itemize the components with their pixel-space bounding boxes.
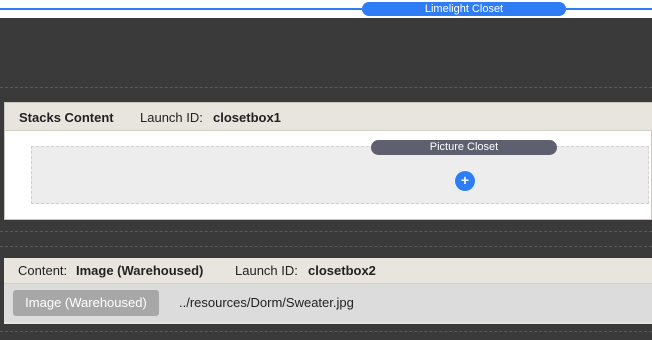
- add-stack-button[interactable]: +: [454, 170, 476, 192]
- plus-icon: +: [460, 172, 470, 188]
- stacks-panel-title: Stacks Content: [19, 110, 114, 125]
- content-label: Content:: [18, 263, 68, 278]
- limelight-closet-pill[interactable]: Limelight Closet: [362, 2, 566, 16]
- image-path-text: ../resources/Dorm/Sweater.jpg: [179, 295, 354, 310]
- content-launch-id-value: closetbox2: [308, 263, 376, 278]
- picture-closet-pill[interactable]: Picture Closet: [371, 140, 557, 155]
- content-launch-id-label: Launch ID:: [235, 263, 298, 278]
- stacks-launch-id-label: Launch ID:: [140, 110, 203, 125]
- stacks-launch-id-value: closetbox1: [213, 110, 281, 125]
- divider-dashed: [0, 331, 652, 332]
- stacks-content-panel: Stacks Content Launch ID: closetbox1 Pic…: [4, 102, 652, 220]
- stacks-drop-zone[interactable]: [31, 146, 649, 204]
- content-type-value: Image (Warehoused): [76, 263, 204, 278]
- content-panel-header: Content: Image (Warehoused) Launch ID: c…: [4, 258, 652, 284]
- image-warehoused-button[interactable]: Image (Warehoused): [13, 290, 159, 316]
- divider-dashed: [0, 246, 652, 247]
- content-panel-body: Image (Warehoused) ../resources/Dorm/Swe…: [4, 284, 652, 322]
- divider-dashed: [0, 87, 652, 88]
- content-panel: Content: Image (Warehoused) Launch ID: c…: [4, 258, 652, 324]
- stacks-panel-header: Stacks Content Launch ID: closetbox1: [5, 103, 652, 131]
- divider-dashed: [0, 231, 652, 232]
